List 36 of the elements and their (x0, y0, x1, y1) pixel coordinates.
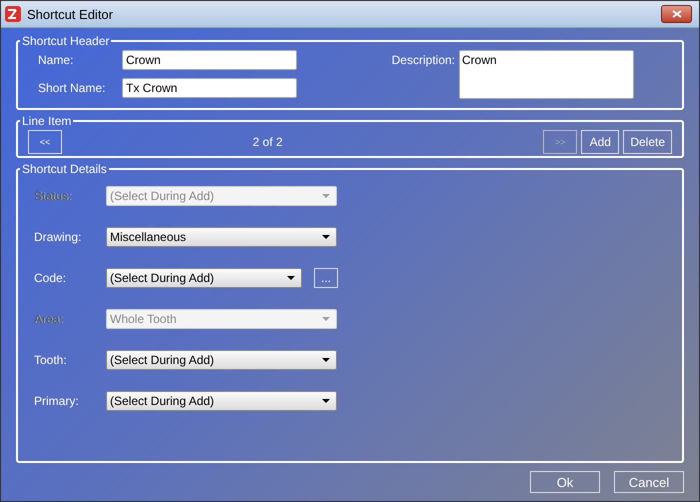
dropdown[interactable]: (Select During Add) (106, 350, 337, 370)
close-button[interactable] (661, 5, 692, 23)
caret-icon (322, 235, 330, 239)
field-label: Code: (33, 271, 68, 285)
field-label: Description: (392, 52, 455, 69)
caret-icon (322, 358, 330, 362)
record-position: 2 of 2 (252, 135, 284, 149)
field-label: Tooth: (33, 353, 68, 367)
window-title: Shortcut Editor (27, 6, 114, 22)
description-field[interactable]: Crown (459, 50, 634, 99)
caret-icon (322, 399, 330, 403)
dialog-button[interactable]: Ok (530, 471, 600, 493)
dropdown[interactable]: (Select During Add) (106, 268, 302, 288)
dropdown[interactable]: (Select During Add) (106, 391, 337, 411)
close-icon (672, 10, 682, 18)
dialog-button[interactable]: Cancel (614, 471, 684, 493)
group-title: Line Item (21, 114, 72, 128)
field-label: Primary: (33, 394, 80, 408)
field-label: Status: (33, 189, 72, 203)
short-name-field[interactable]: Tx Crown (122, 78, 297, 98)
group-title: Shortcut Details (21, 162, 108, 176)
field-label: Drawing: (33, 230, 82, 244)
dropdown[interactable]: Miscellaneous (106, 227, 337, 247)
name-field[interactable]: Crown (122, 50, 297, 70)
browse-button[interactable]: ... (314, 268, 338, 288)
group-title: Shortcut Header (21, 34, 110, 48)
caret-icon (322, 194, 330, 198)
caret-icon (287, 276, 295, 280)
field-label: Name: (37, 53, 74, 67)
previous-button[interactable]: << (28, 130, 62, 154)
field-label: Short Name: (37, 81, 106, 95)
action-button[interactable]: Add (581, 130, 620, 154)
action-button[interactable]: Delete (623, 130, 672, 154)
caret-icon (322, 317, 330, 321)
field-label: Area: (33, 312, 64, 326)
app-logo-icon (5, 6, 21, 22)
